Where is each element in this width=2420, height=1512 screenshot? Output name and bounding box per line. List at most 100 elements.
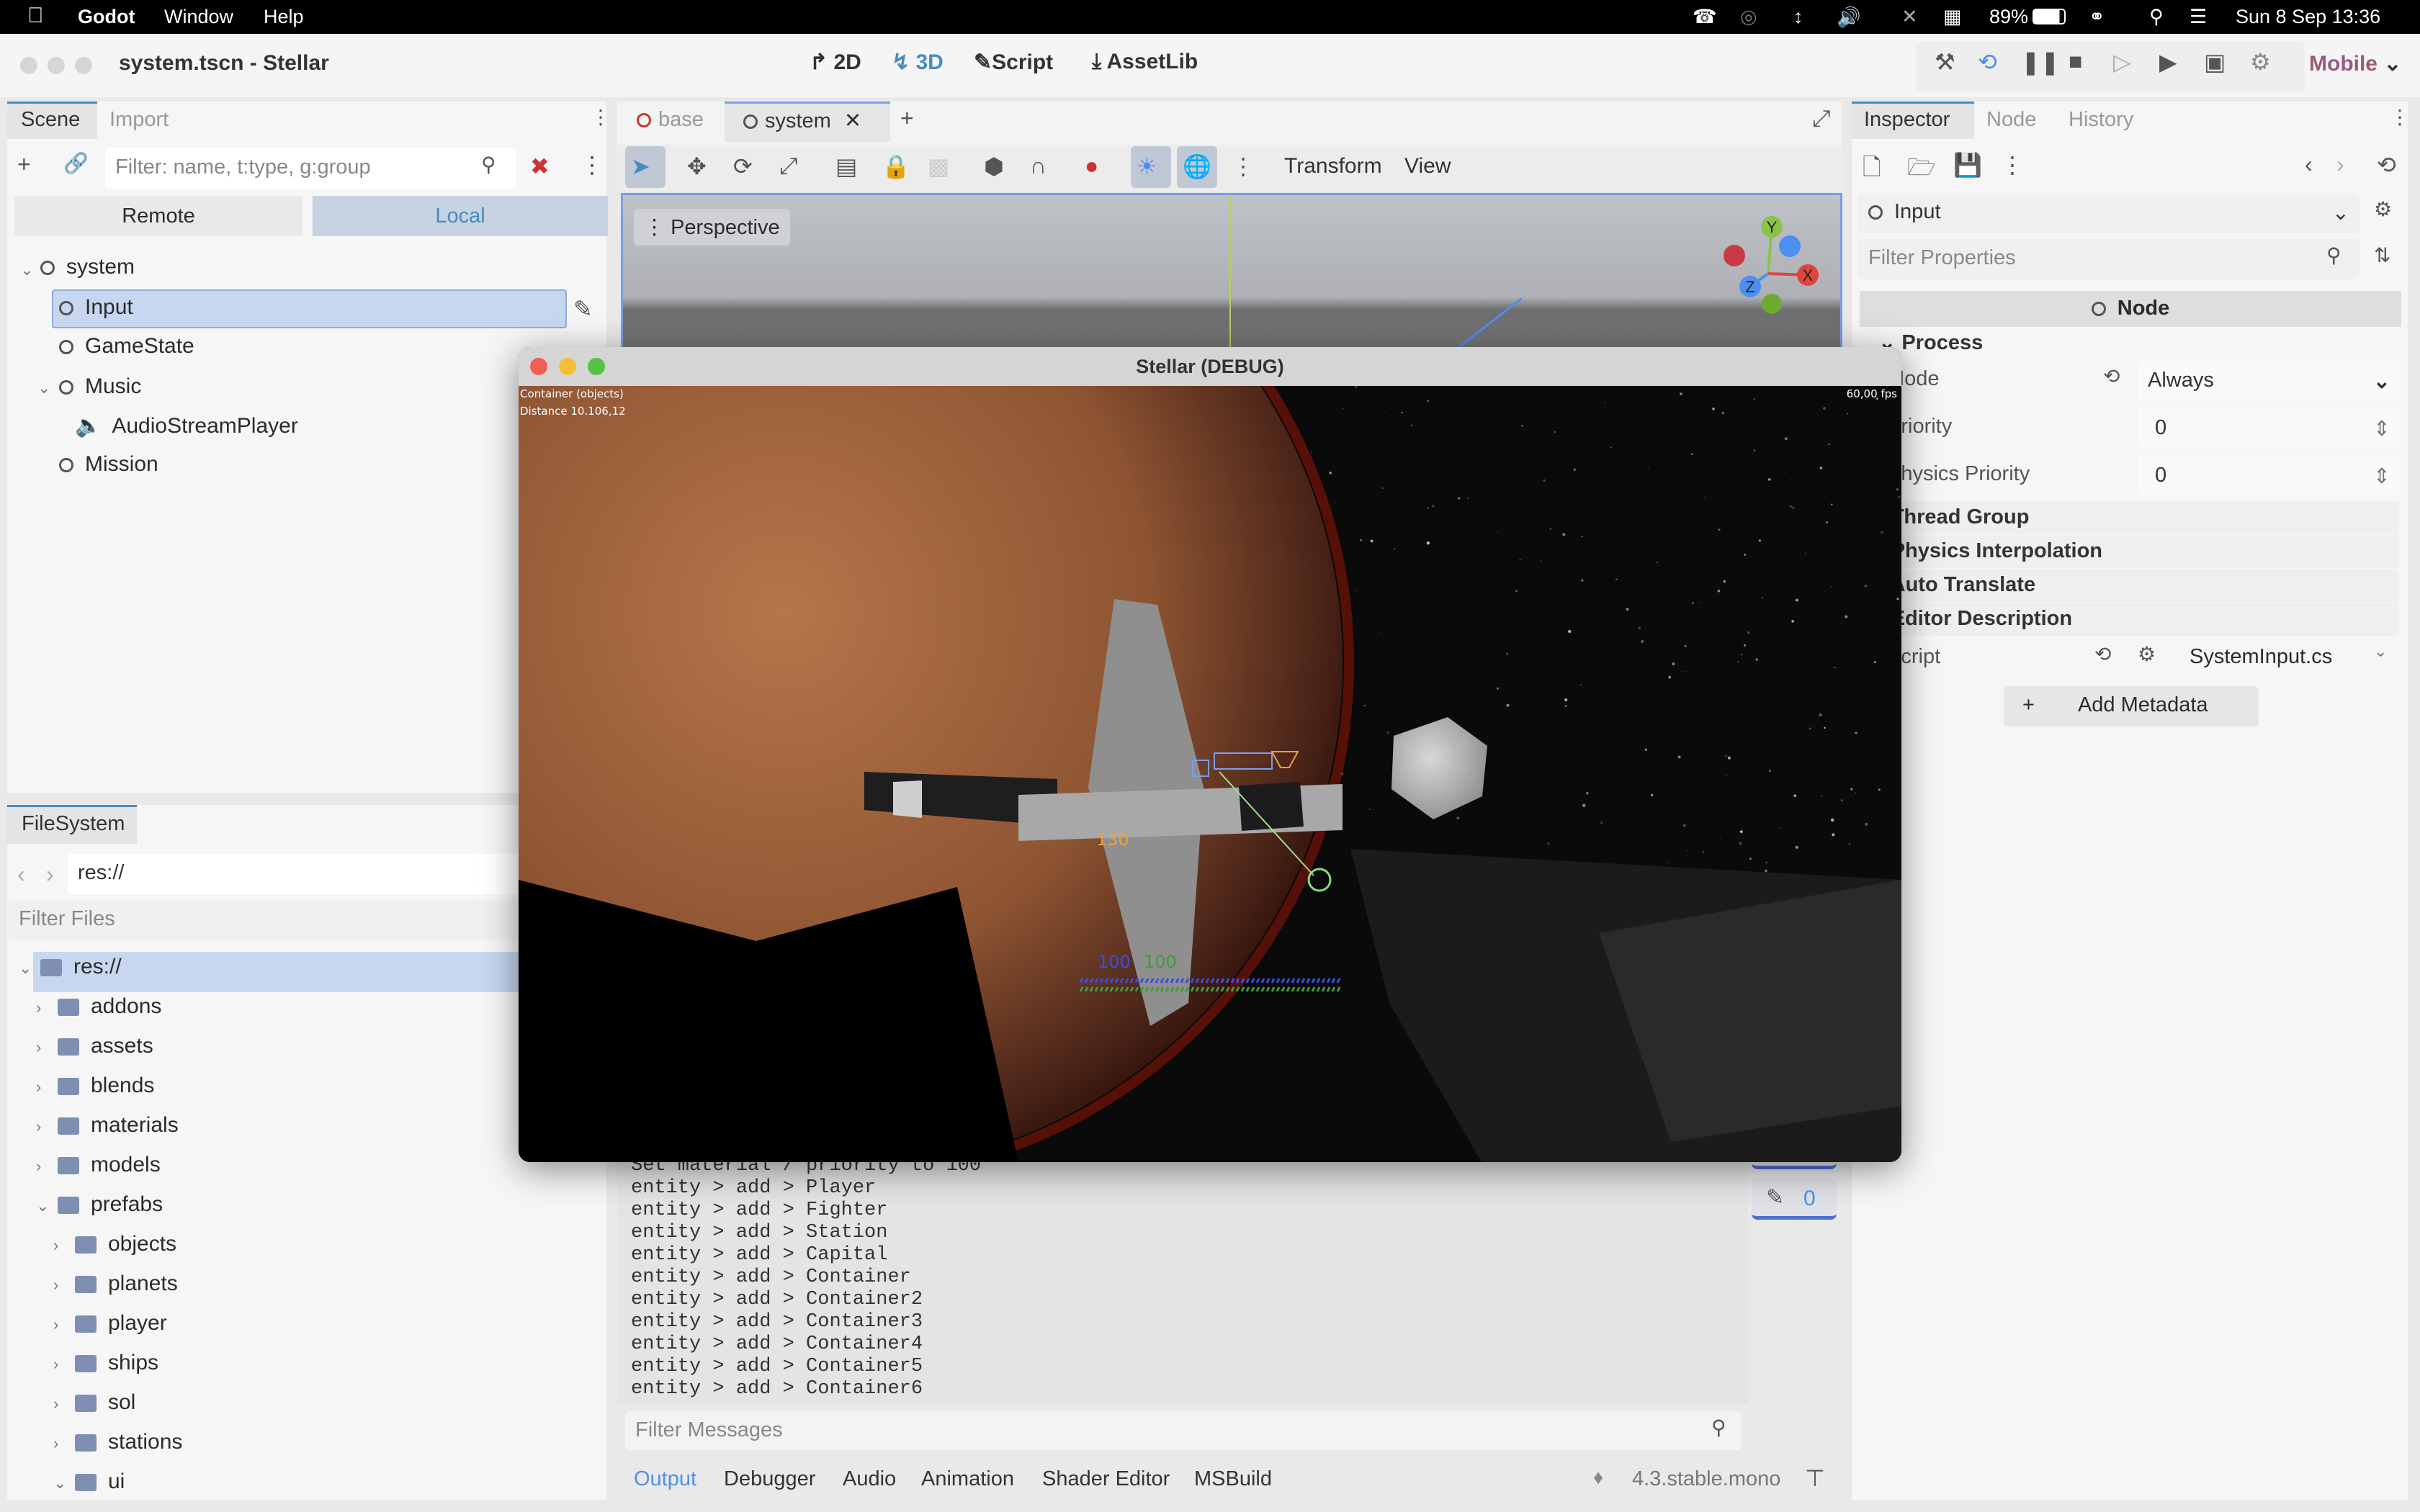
save-icon[interactable]: 💾	[1953, 151, 1982, 179]
expand-icon[interactable]: ⌄	[37, 379, 50, 397]
window-close-button[interactable]	[20, 57, 37, 74]
bluetooth-off-icon[interactable]: ✕	[1901, 6, 1918, 28]
perspective-menu[interactable]: ⋮ Perspective	[634, 209, 790, 246]
stop-button[interactable]: ■	[2069, 48, 2082, 75]
clock[interactable]: Sun 8 Sep 13:36	[2236, 6, 2380, 28]
file-item[interactable]: addons	[58, 994, 161, 1019]
mode-script-button[interactable]: ✎Script	[974, 50, 1053, 75]
scene-tab-base[interactable]: base	[637, 108, 704, 132]
fullscreen-icon[interactable]: ⤢	[1812, 105, 1831, 132]
bottom-tab-animation[interactable]: Animation	[921, 1467, 1014, 1491]
link-icon[interactable]: 🔗	[63, 151, 89, 175]
filter-messages-input[interactable]: Filter Messages	[625, 1411, 1742, 1450]
hammer-icon[interactable]: ⚒	[1935, 48, 1955, 76]
expand-icon[interactable]: ›	[36, 1117, 41, 1136]
scale-tool-icon[interactable]: ⤢	[779, 153, 798, 180]
tab-history[interactable]: History	[2069, 108, 2133, 132]
bottom-tab-shader-editor[interactable]: Shader Editor	[1042, 1467, 1170, 1491]
tree-item-input[interactable]: Input	[59, 295, 133, 320]
filter-properties-input[interactable]: Filter Properties	[1858, 239, 2360, 279]
revert-icon[interactable]: ⟲	[2094, 642, 2111, 666]
sun-preview-icon[interactable]: ☀	[1137, 153, 1157, 180]
file-item[interactable]: planets	[75, 1272, 178, 1296]
keyboard-icon[interactable]: ▦	[1943, 6, 1962, 28]
tab-filesystem[interactable]: FileSystem	[22, 812, 125, 836]
more-icon[interactable]: ⋮	[1232, 153, 1255, 180]
open-folder-icon[interactable]: 🗁	[1907, 151, 1936, 190]
expand-icon[interactable]: ›	[53, 1434, 58, 1453]
property-settings-icon[interactable]: ⇅	[2374, 243, 2390, 267]
script-attached-icon[interactable]: ✎	[573, 295, 593, 323]
selectable-icon[interactable]: ▤	[835, 153, 857, 180]
file-item[interactable]: models	[58, 1153, 161, 1177]
viber-icon[interactable]: ☎	[1693, 6, 1717, 28]
window-minimize-button[interactable]	[48, 57, 65, 74]
environment-icon[interactable]: 🌐	[1183, 153, 1211, 180]
history-back-icon[interactable]: ‹	[2305, 151, 2313, 178]
pause-button[interactable]: ❚❚	[2021, 48, 2060, 76]
view-menu[interactable]: View	[1404, 154, 1451, 179]
axis-gizmo[interactable]: Y X Z	[1714, 209, 1822, 324]
scene-menu-icon[interactable]: ⋮	[581, 151, 604, 179]
object-selector[interactable]: Input ⌄	[1858, 193, 2360, 233]
tree-item-gamestate[interactable]: GameState	[59, 334, 194, 359]
expand-icon[interactable]: ›	[53, 1236, 58, 1255]
dock-menu-icon[interactable]: ⋮	[591, 105, 611, 129]
file-item[interactable]: objects	[75, 1232, 176, 1256]
filter-files-input[interactable]: Filter Files	[9, 900, 606, 940]
volume-icon[interactable]: 🔊	[1837, 6, 1861, 29]
bottom-tab-msbuild[interactable]: MSBuild	[1194, 1467, 1272, 1491]
tab-scene[interactable]: Scene	[21, 108, 80, 132]
file-item[interactable]: res://	[40, 955, 122, 979]
movie-maker-icon[interactable]: ⚙	[2250, 48, 2271, 76]
game-render[interactable]: 130 100 100	[519, 386, 1901, 1162]
bottom-tab-output[interactable]: Output	[634, 1467, 696, 1491]
group-icon[interactable]: ▩	[928, 153, 949, 180]
bottom-tab-debugger[interactable]: Debugger	[724, 1467, 815, 1491]
history-forward-icon[interactable]: ›	[2336, 151, 2344, 178]
inspector-more-icon[interactable]: ⋮	[2001, 151, 2024, 179]
expand-icon[interactable]: ›	[53, 1355, 58, 1374]
game-debug-window[interactable]: Stellar (DEBUG) 130 100 100 Container (o…	[519, 347, 1901, 1162]
tree-item-music[interactable]: Music	[59, 374, 141, 399]
tree-item-mission[interactable]: Mission	[59, 452, 158, 477]
section-editor-description[interactable]: › Editor Description	[1865, 603, 2398, 636]
resize-icon[interactable]: ↕	[1793, 6, 1803, 28]
play-scene-icon[interactable]: ▶	[2159, 48, 2177, 76]
menu-window[interactable]: Window	[164, 6, 233, 28]
mode-assetlib-button[interactable]: ⤓ AssetLib	[1092, 50, 1198, 74]
scene-filter-input[interactable]: Filter: name, t:type, g:group	[105, 148, 516, 189]
select-tool-icon[interactable]: ➤	[631, 153, 650, 180]
spinner-icon[interactable]: ⇕	[2373, 464, 2390, 489]
game-close-button[interactable]	[530, 358, 547, 375]
expand-icon[interactable]: ›	[53, 1315, 58, 1334]
search-icon[interactable]: ⚲	[2149, 6, 2164, 28]
file-item[interactable]: ships	[75, 1351, 158, 1375]
object-history-icon[interactable]: ⟲	[2377, 151, 2396, 179]
expand-icon[interactable]: ›	[53, 1395, 58, 1413]
renderer-dropdown[interactable]: Mobile ⌄	[2309, 51, 2401, 76]
menu-help[interactable]: Help	[264, 6, 304, 28]
play-custom-scene-icon[interactable]: ▣	[2204, 48, 2226, 76]
chevron-down-icon[interactable]: ⌄	[2374, 642, 2387, 661]
add-node-icon[interactable]: +	[17, 151, 31, 178]
remote-button[interactable]: Remote	[14, 196, 302, 236]
priority-spinbox[interactable]: 0 ⇕	[2138, 408, 2401, 448]
collapse-icon[interactable]: ⌄	[19, 959, 32, 978]
expand-icon[interactable]: ›	[36, 1157, 41, 1176]
mode-3d-button[interactable]: ↯ 3D	[892, 50, 944, 75]
section-physics-interpolation[interactable]: › Physics Interpolation	[1865, 535, 2398, 568]
local-button[interactable]: Local	[313, 196, 608, 236]
physics-priority-spinbox[interactable]: 0 ⇕	[2138, 455, 2401, 495]
file-item[interactable]: player	[75, 1311, 167, 1336]
pin-panel-icon[interactable]: ⊤	[1805, 1464, 1825, 1492]
mode-2d-button[interactable]: ↱ 2D	[810, 50, 861, 75]
bottom-tab-audio[interactable]: Audio	[843, 1467, 896, 1491]
expand-icon[interactable]: ⌄	[20, 261, 33, 279]
back-icon[interactable]: ‹	[17, 861, 25, 888]
close-tab-icon[interactable]: ✕	[844, 109, 861, 132]
expand-icon[interactable]: ›	[36, 999, 41, 1017]
collapse-icon[interactable]: ⌄	[36, 1197, 49, 1215]
object-properties-icon[interactable]: ⚙	[2374, 197, 2392, 221]
expand-icon[interactable]: ›	[36, 1038, 41, 1057]
